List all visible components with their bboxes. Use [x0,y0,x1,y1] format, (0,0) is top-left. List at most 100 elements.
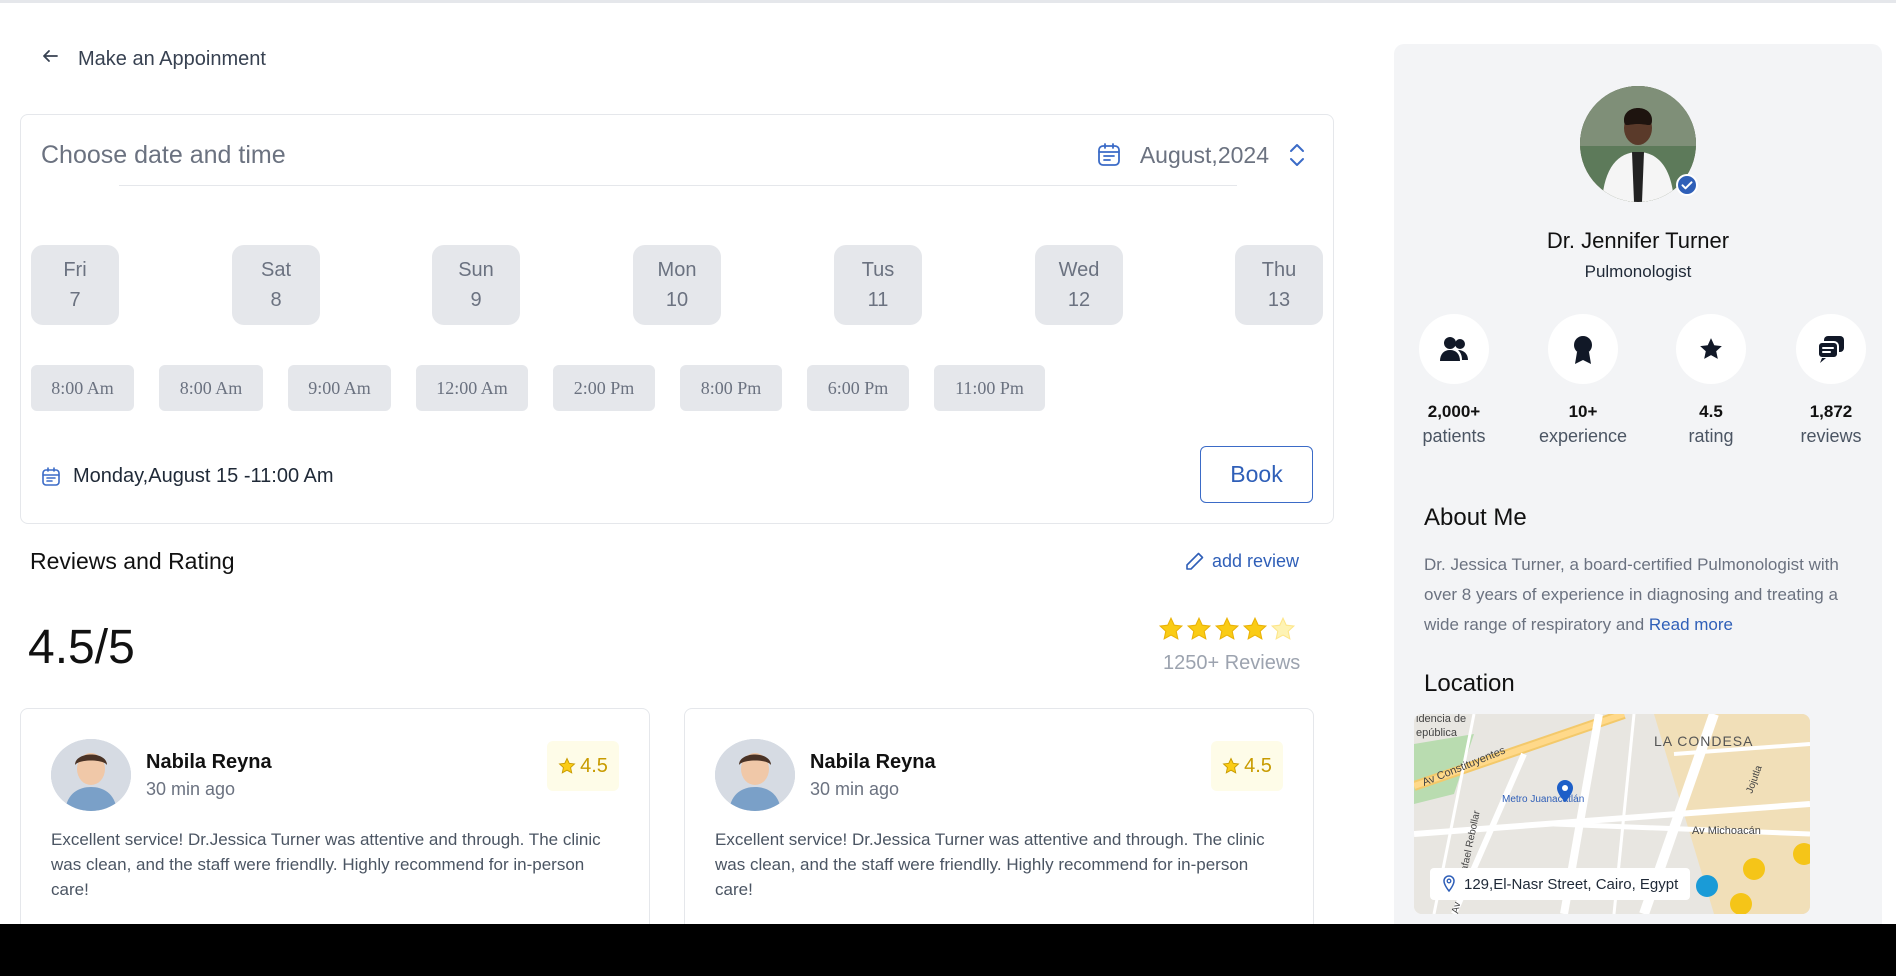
review-rating-value: 4.5 [1244,754,1272,777]
location-heading: Location [1424,670,1515,697]
map-label: epública [1416,727,1458,739]
day-chip[interactable]: Fri 7 [31,245,119,325]
top-border [0,0,1896,3]
star-icon [1214,616,1240,640]
restaurant-icon [1743,858,1765,880]
stat-label: patients [1422,426,1486,446]
map-label: LA CONDESA [1654,733,1753,749]
review-card: Nabila Reyna 30 min ago 4.5 Excellent se… [20,708,650,948]
patients-icon [1419,314,1489,384]
stat-value: 2,000+ [1427,402,1481,421]
star-icon [1158,616,1184,640]
star-icon [1242,616,1268,640]
stat-reviews: 1,872 reviews [1776,314,1886,447]
time-slot[interactable]: 12:00 Am [416,365,528,411]
chevron-updown-icon[interactable] [1287,139,1307,171]
rating-stars [1158,616,1296,642]
star-icon [558,757,576,774]
day-weekday: Wed [1058,259,1100,281]
read-more-link[interactable]: Read more [1649,615,1733,634]
time-slot[interactable]: 8:00 Am [31,365,134,411]
verified-badge-icon [1676,174,1698,196]
day-chip[interactable]: Sun 9 [432,245,520,325]
book-button[interactable]: Book [1200,446,1313,503]
divider [119,185,1237,186]
reviews-heading: Reviews and Rating [30,548,235,574]
map-address: 129,El-Nasr Street, Cairo, Egypt [1430,868,1691,900]
day-weekday: Sun [458,259,494,281]
avatar [51,739,131,811]
time-slot[interactable]: 6:00 Pm [807,365,909,411]
add-review-link[interactable]: add review [1184,550,1299,572]
star-icon [1222,757,1240,774]
map-label: Av Michoacán [1692,825,1761,837]
selected-datetime: Monday,August 15 -11:00 Am [41,465,334,488]
month-label: August,2024 [1139,141,1269,168]
day-chip[interactable]: Tus 11 [834,245,922,325]
review-rating-value: 4.5 [580,754,608,777]
calendar-icon [41,466,61,487]
location-map[interactable]: idencia de epública Av Constituyentes Av… [1414,714,1810,914]
about-text: Dr. Jessica Turner, a board-certified Pu… [1424,550,1864,640]
stat-label: experience [1538,426,1628,446]
star-icon [1186,616,1212,640]
day-weekday: Thu [1261,259,1297,281]
reviewer-name: Nabila Reyna [810,751,936,773]
day-date: 10 [665,289,689,311]
about-heading: About Me [1424,504,1527,531]
review-time: 30 min ago [146,779,236,799]
day-date: 13 [1267,289,1291,311]
booking-title: Choose date and time [41,141,286,169]
doctor-name: Dr. Jennifer Turner [1546,228,1730,253]
day-chip[interactable]: Wed 12 [1035,245,1123,325]
calendar-icon [1096,142,1122,168]
review-card: Nabila Reyna 30 min ago 4.5 Excellent se… [684,708,1314,948]
address-text: 129,El-Nasr Street, Cairo, Egypt [1464,875,1679,893]
location-pin-icon [1442,875,1456,893]
review-text: Excellent service! Dr.Jessica Turner was… [51,830,601,899]
doctor-specialty: Pulmonologist [1584,262,1692,281]
time-slot[interactable]: 2:00 Pm [553,365,655,411]
review-rating-badge: 4.5 [547,741,619,791]
day-chip[interactable]: Thu 13 [1235,245,1323,325]
day-weekday: Fri [63,259,87,281]
review-rating-badge: 4.5 [1211,741,1283,791]
bottom-bar [0,924,1896,976]
map-label: Metro Juanacatlán [1502,794,1584,805]
back-button[interactable]: Make an Appoinment [40,46,266,72]
day-chip[interactable]: Mon 10 [633,245,721,325]
time-slot[interactable]: 9:00 Am [288,365,391,411]
stat-label: rating [1688,426,1734,446]
restaurant-icon [1730,893,1752,914]
chat-icon [1796,314,1866,384]
day-date: 12 [1067,289,1091,311]
time-slot[interactable]: 8:00 Am [159,365,263,411]
award-icon [1548,314,1618,384]
arrow-left-icon [40,46,60,72]
stat-rating: 4.5 rating [1656,314,1766,447]
stat-value: 4.5 [1699,402,1723,421]
stat-label: reviews [1800,426,1862,446]
bar-icon [1696,875,1718,897]
month-selector[interactable]: August,2024 [1096,139,1307,171]
time-slot[interactable]: 11:00 Pm [934,365,1045,411]
day-weekday: Tus [861,259,895,281]
day-date: 11 [867,289,889,311]
reviewer-name: Nabila Reyna [146,751,272,773]
overall-rating: 4.5/5 [28,621,135,674]
star-empty-icon [1270,616,1296,640]
selected-datetime-text: Monday,August 15 -11:00 Am [73,465,334,487]
doctor-panel: Dr. Jennifer Turner Pulmonologist 2,000+… [1394,44,1882,944]
review-count: 1250+ Reviews [1163,652,1301,674]
time-slot[interactable]: 8:00 Pm [680,365,782,411]
stat-value: 1,872 [1809,402,1853,421]
review-time: 30 min ago [810,779,900,799]
day-date: 9 [470,289,482,311]
about-body: Dr. Jessica Turner, a board-certified Pu… [1424,555,1839,634]
day-chip[interactable]: Sat 8 [232,245,320,325]
review-text: Excellent service! Dr.Jessica Turner was… [715,830,1265,899]
pencil-icon [1184,550,1206,572]
stat-patients: 2,000+ patients [1399,314,1509,447]
stat-experience: 10+ experience [1528,314,1638,447]
day-weekday: Mon [657,259,697,281]
